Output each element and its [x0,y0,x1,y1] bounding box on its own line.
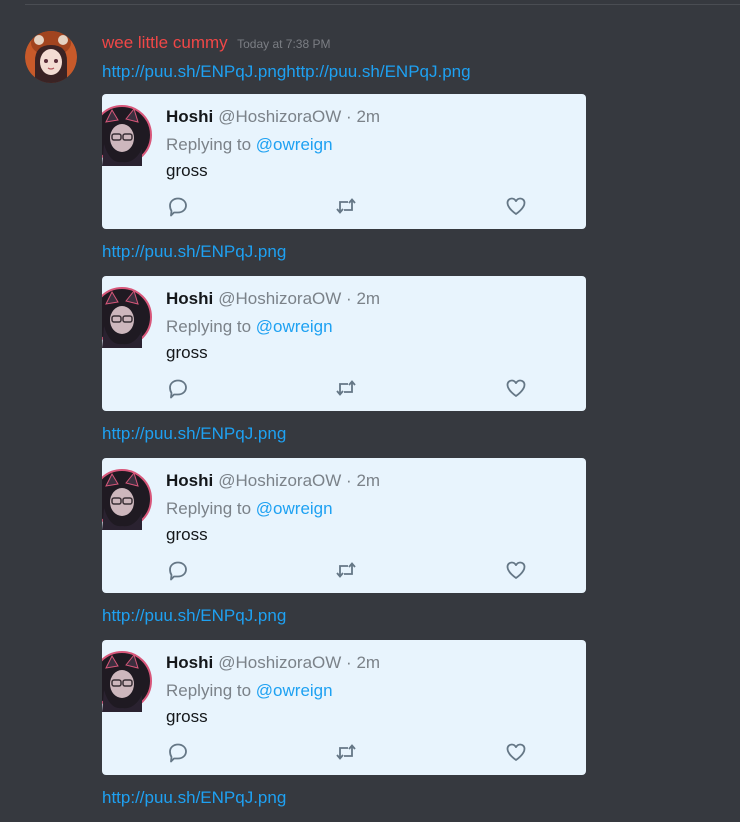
tweet-avatar-image [102,469,152,530]
mention-link[interactable]: @owreign [256,681,333,700]
tweet-time[interactable]: 2m [356,653,380,672]
replying-prefix: Replying to [166,499,252,518]
tweet-header: Hoshi @HoshizoraOW · 2m [166,653,380,673]
retweet-icon[interactable] [334,194,358,218]
timestamp: Today at 7:38 PM [237,37,331,51]
replying-prefix: Replying to [166,317,252,336]
tweet-author-handle[interactable]: @HoshizoraOW [218,107,341,126]
tweet-avatar[interactable] [102,468,152,530]
tweet-author-name[interactable]: Hoshi [166,289,213,308]
user-avatar[interactable] [25,31,77,83]
tweet-embed[interactable]: Hoshi @HoshizoraOW · 2m Replying to @owre… [102,640,586,775]
heart-icon[interactable] [504,194,528,218]
message-header: wee little cummy Today at 7:38 PM [102,33,330,53]
tweet-separator: · [346,107,352,126]
tweet-replying-line: Replying to @owreign [166,135,333,155]
tweet-separator: · [346,653,352,672]
link[interactable]: http://puu.sh/ENPqJ.png [102,606,722,626]
replying-prefix: Replying to [166,135,252,154]
reply-icon[interactable] [166,194,190,218]
mention-link[interactable]: @owreign [256,499,333,518]
mention-link[interactable]: @owreign [256,317,333,336]
tweet-header: Hoshi @HoshizoraOW · 2m [166,471,380,491]
tweet-header: Hoshi @HoshizoraOW · 2m [166,289,380,309]
tweet-embed[interactable]: Hoshi @HoshizoraOW · 2m Replying to @owre… [102,276,586,411]
tweet-embed[interactable]: Hoshi @HoshizoraOW · 2m Replying to @owre… [102,94,586,229]
tweet-author-handle[interactable]: @HoshizoraOW [218,653,341,672]
heart-icon[interactable] [504,558,528,582]
tweet-header: Hoshi @HoshizoraOW · 2m [166,107,380,127]
tweet-text: gross [166,343,208,362]
mention-link[interactable]: @owreign [256,135,333,154]
heart-icon[interactable] [504,376,528,400]
link[interactable]: http://puu.sh/ENPqJ.png [102,424,722,444]
link[interactable]: http://puu.sh/ENPqJ.png [102,242,722,262]
username[interactable]: wee little cummy [102,33,228,52]
tweet-text: gross [166,525,208,544]
tweet-author-handle[interactable]: @HoshizoraOW [218,471,341,490]
tweet-author-handle[interactable]: @HoshizoraOW [218,289,341,308]
tweet-avatar-image [102,105,152,166]
reply-icon[interactable] [166,558,190,582]
tweet-avatar[interactable] [102,104,152,166]
tweet-author-name[interactable]: Hoshi [166,653,213,672]
tweet-replying-line: Replying to @owreign [166,681,333,701]
tweet-separator: · [346,289,352,308]
tweet-avatar-image [102,287,152,348]
avatar-image [25,31,77,83]
tweet-embed[interactable]: Hoshi @HoshizoraOW · 2m Replying to @owre… [102,458,586,593]
tweet-time[interactable]: 2m [356,107,380,126]
heart-icon[interactable] [504,740,528,764]
tweet-text: gross [166,707,208,726]
tweet-text: gross [166,161,208,180]
tweet-replying-line: Replying to @owreign [166,499,333,519]
tweet-avatar[interactable] [102,650,152,712]
link[interactable]: http://puu.sh/ENPqJ.pnghttp://puu.sh/ENP… [102,62,722,82]
reply-icon[interactable] [166,376,190,400]
retweet-icon[interactable] [334,558,358,582]
retweet-icon[interactable] [334,376,358,400]
link[interactable]: http://puu.sh/ENPqJ.png [102,788,722,808]
tweet-separator: · [346,471,352,490]
tweet-time[interactable]: 2m [356,289,380,308]
message-body: http://puu.sh/ENPqJ.png http://puu.sh/ENP… [102,62,722,822]
retweet-icon[interactable] [334,740,358,764]
tweet-avatar[interactable] [102,286,152,348]
reply-icon[interactable] [166,740,190,764]
tweet-author-name[interactable]: Hoshi [166,107,213,126]
tweet-replying-line: Replying to @owreign [166,317,333,337]
tweet-time[interactable]: 2m [356,471,380,490]
top-divider [25,4,740,5]
tweet-author-name[interactable]: Hoshi [166,471,213,490]
replying-prefix: Replying to [166,681,252,700]
tweet-avatar-image [102,651,152,712]
